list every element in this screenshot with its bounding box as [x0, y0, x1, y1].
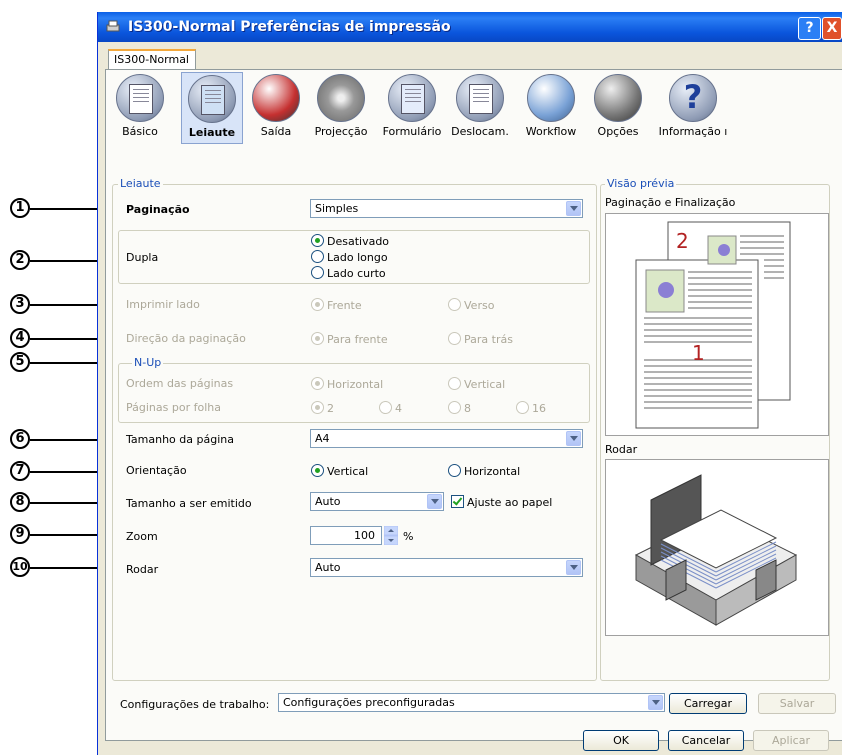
tool-deslocam[interactable]: Deslocam.: [450, 74, 510, 138]
callout-1: 1: [10, 198, 30, 218]
orientation-portrait-radio[interactable]: Vertical: [311, 464, 368, 478]
window-title: IS300-Normal Preferências de impressão: [128, 19, 451, 35]
duplex-long-edge-radio[interactable]: Lado longo: [311, 250, 388, 264]
save-button[interactable]: Salvar: [758, 693, 836, 714]
question-mark-icon: ?: [669, 74, 717, 122]
orientation-label: Orientação: [126, 464, 187, 477]
print-preferences-window: IS300-Normal Preferências de impressão ?…: [97, 12, 842, 755]
preview-pagination-label: Paginação e Finalização: [605, 196, 736, 209]
layout-rotate-icon: [188, 75, 236, 123]
job-settings-select[interactable]: Configurações preconfiguradas: [278, 693, 665, 712]
pagination-preview: 2 1: [605, 213, 829, 436]
tool-basico[interactable]: Básico: [110, 74, 170, 138]
page-direction-backward-radio[interactable]: Para trás: [448, 332, 513, 346]
zoom-unit: %: [403, 530, 414, 543]
zoom-input[interactable]: 100: [310, 526, 382, 545]
help-button[interactable]: ?: [798, 17, 821, 40]
form-icon: [388, 74, 436, 122]
ok-button[interactable]: OK: [583, 730, 659, 751]
callout-7: 7: [10, 461, 30, 481]
load-button[interactable]: Carregar: [669, 693, 747, 714]
tool-leiaute[interactable]: Leiaute: [181, 72, 243, 144]
fit-to-paper-label: Ajuste ao papel: [467, 496, 553, 509]
close-button[interactable]: X: [822, 17, 842, 40]
chevron-down-icon: [566, 431, 581, 446]
zoom-spinner-icon[interactable]: [384, 526, 398, 545]
pages-per-sheet-2-radio[interactable]: 2: [311, 401, 334, 415]
cancel-button[interactable]: Cancelar: [668, 730, 744, 751]
print-side-front-radio[interactable]: Frente: [311, 298, 362, 312]
apply-button[interactable]: Aplicar: [753, 730, 829, 751]
callout-6: 6: [10, 429, 30, 449]
stacked-pages-illustration: 2 1: [635, 221, 791, 429]
chevron-down-icon: [648, 695, 663, 710]
page-size-select[interactable]: A4: [310, 429, 583, 448]
pages-per-sheet-4-radio[interactable]: 4: [379, 401, 402, 415]
workflow-icon: [527, 74, 575, 122]
duplex-off-radio[interactable]: Desativado: [311, 234, 389, 248]
page-direction-forward-radio[interactable]: Para frente: [311, 332, 388, 346]
title-bar[interactable]: IS300-Normal Preferências de impressão ?…: [98, 12, 842, 42]
print-side-back-radio[interactable]: Verso: [448, 298, 494, 312]
page-direction-label: Direção da paginação: [126, 332, 246, 345]
tool-workflow[interactable]: Workflow: [521, 74, 581, 138]
page-order-horizontal-radio[interactable]: Horizontal: [311, 377, 383, 391]
layout-group-title: Leiaute: [118, 177, 163, 190]
callout-2: 2: [10, 250, 30, 270]
job-settings-label: Configurações de trabalho:: [120, 698, 270, 711]
chevron-down-icon: [566, 560, 581, 575]
chevron-down-icon: [427, 494, 442, 509]
page-size-label: Tamanho da página: [126, 433, 234, 446]
callout-8: 8: [10, 492, 30, 512]
tool-formulario[interactable]: Formulário: [382, 74, 442, 138]
tool-saida[interactable]: Saída: [246, 74, 306, 138]
output-size-label: Tamanho a ser emitido: [126, 497, 252, 510]
callout-5: 5: [10, 352, 30, 372]
tab-is300-normal[interactable]: IS300-Normal: [108, 49, 196, 69]
pagination-label: Paginação: [126, 203, 190, 216]
chevron-down-icon: [566, 201, 581, 216]
zoom-label: Zoom: [126, 530, 158, 543]
output-size-select[interactable]: Auto: [310, 492, 444, 511]
printer-icon: [106, 20, 120, 32]
paper-stack-tray-illustration: [634, 474, 798, 626]
duplex-short-edge-radio[interactable]: Lado curto: [311, 266, 386, 280]
tool-projeccao[interactable]: Projecção: [311, 74, 371, 138]
pagination-select[interactable]: Simples: [310, 199, 583, 218]
preview-rotate-label: Rodar: [605, 443, 638, 456]
page-order-label: Ordem das páginas: [126, 377, 234, 390]
callout-10: 10: [10, 557, 30, 577]
rotate-label: Rodar: [126, 563, 159, 576]
fit-to-paper-checkbox[interactable]: [451, 495, 464, 508]
duplex-label: Dupla: [126, 251, 159, 264]
pages-per-sheet-8-radio[interactable]: 8: [448, 401, 471, 415]
basic-document-icon: [116, 74, 164, 122]
nup-group-title: N-Up: [132, 356, 164, 369]
output-icon: [252, 74, 300, 122]
rotate-preview: [605, 459, 829, 636]
callout-3: 3: [10, 294, 30, 314]
print-side-label: Imprimir lado: [126, 298, 200, 311]
projection-icon: [317, 74, 365, 122]
preview-page-number-2: 2: [676, 229, 689, 253]
pages-per-sheet-label: Páginas por folha: [126, 401, 221, 414]
rotate-select[interactable]: Auto: [310, 558, 583, 577]
preview-page-number-1: 1: [692, 341, 705, 365]
callout-4: 4: [10, 328, 30, 348]
tool-informacao[interactable]: ? Informação ı: [658, 74, 728, 138]
page-order-vertical-radio[interactable]: Vertical: [448, 377, 505, 391]
callout-9: 9: [10, 524, 30, 544]
tool-opcoes[interactable]: Opções: [588, 74, 648, 138]
pages-per-sheet-16-radio[interactable]: 16: [516, 401, 546, 415]
orientation-landscape-radio[interactable]: Horizontal: [448, 464, 520, 478]
preview-group-title: Visão prévia: [605, 177, 677, 190]
options-icon: [594, 74, 642, 122]
shift-icon: [456, 74, 504, 122]
